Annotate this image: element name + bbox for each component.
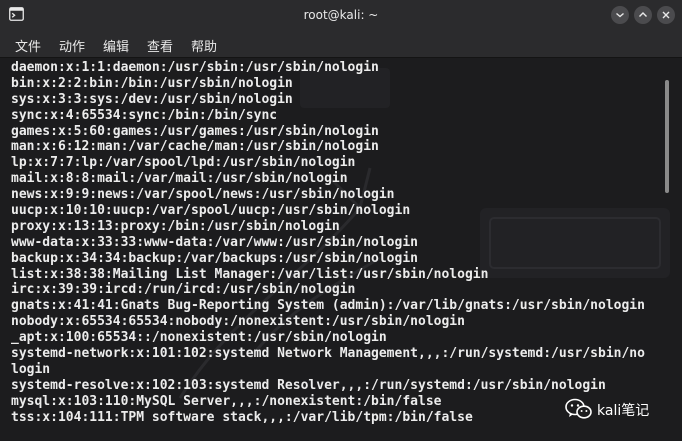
terminal-line: tss:x:104:111:TPM software stack,,,:/var…: [11, 409, 473, 425]
minimize-button[interactable]: [611, 6, 629, 24]
terminal-line: nobody:x:65534:65534:nobody:/nonexistent…: [11, 314, 465, 330]
menu-item-help[interactable]: 帮助: [191, 36, 217, 55]
terminal-line: lp:x:7:7:lp:/var/spool/lpd:/usr/sbin/nol…: [11, 155, 356, 171]
window-title: root@kali: ~: [303, 8, 379, 22]
terminal-line: news:x:9:9:news:/var/spool/news:/usr/sbi…: [11, 187, 395, 203]
menu-bar: 文件 动作 编辑 查看 帮助: [0, 30, 682, 58]
terminal-line: daemon:x:1:1:daemon:/usr/sbin:/usr/sbin/…: [11, 60, 379, 75]
terminal-line: _apt:x:100:65534::/nonexistent:/usr/sbin…: [11, 330, 387, 346]
title-bar[interactable]: root@kali: ~: [0, 0, 682, 30]
terminal-line: proxy:x:13:13:proxy:/bin:/usr/sbin/nolog…: [11, 218, 340, 234]
terminal-window: root@kali: ~ 文件 动作 编辑 查看 帮助 daemon:x:1:1…: [0, 0, 682, 441]
terminal-line: mail:x:8:8:mail:/var/mail:/usr/sbin/nolo…: [11, 171, 348, 187]
terminal-line: www-data:x:33:33:www-data:/var/www:/usr/…: [11, 234, 418, 250]
terminal-line: irc:x:39:39:ircd:/run/ircd:/usr/sbin/nol…: [11, 282, 356, 298]
terminal-line: sync:x:4:65534:sync:/bin:/bin/sync: [11, 107, 278, 123]
minimize-icon: [616, 12, 624, 18]
menu-item-view[interactable]: 查看: [147, 36, 173, 55]
terminal-line: systemd-resolve:x:102:103:systemd Resolv…: [11, 377, 606, 393]
terminal-text: daemon:x:1:1:daemon:/usr/sbin:/usr/sbin/…: [11, 60, 661, 425]
menu-item-edit[interactable]: 编辑: [103, 36, 129, 55]
terminal-line: systemd-network:x:101:102:systemd Networ…: [11, 346, 645, 362]
terminal-line: games:x:5:60:games:/usr/games:/usr/sbin/…: [11, 123, 379, 139]
maximize-icon: [639, 12, 647, 17]
terminal-line: mysql:x:103:110:MySQL Server,,,:/nonexis…: [11, 393, 442, 409]
terminal-line: gnats:x:41:41:Gnats Bug-Reporting System…: [11, 298, 645, 314]
terminal-line: sys:x:3:3:sys:/dev:/usr/sbin/nologin: [11, 91, 293, 107]
terminal-line: uucp:x:10:10:uucp:/var/spool/uucp:/usr/s…: [11, 203, 411, 219]
watermark-text: kali笔记: [597, 403, 650, 419]
close-button[interactable]: [657, 6, 675, 24]
menu-item-file[interactable]: 文件: [15, 36, 41, 55]
terminal-line: list:x:38:38:Mailing List Manager:/var/l…: [11, 266, 489, 282]
terminal-line: backup:x:34:34:backup:/var/backups:/usr/…: [11, 250, 418, 266]
maximize-button[interactable]: [634, 6, 652, 24]
terminal-line: bin:x:2:2:bin:/bin:/usr/sbin/nologin: [11, 75, 293, 91]
terminal-output[interactable]: daemon:x:1:1:daemon:/usr/sbin:/usr/sbin/…: [0, 58, 682, 441]
menu-item-actions[interactable]: 动作: [59, 36, 85, 55]
wechat-icon: [565, 398, 592, 419]
terminal-line: man:x:6:12:man:/var/cache/man:/usr/sbin/…: [11, 139, 379, 155]
scrollbar-thumb[interactable]: [665, 80, 669, 193]
close-icon: [662, 11, 670, 19]
terminal-line: login: [11, 361, 51, 377]
